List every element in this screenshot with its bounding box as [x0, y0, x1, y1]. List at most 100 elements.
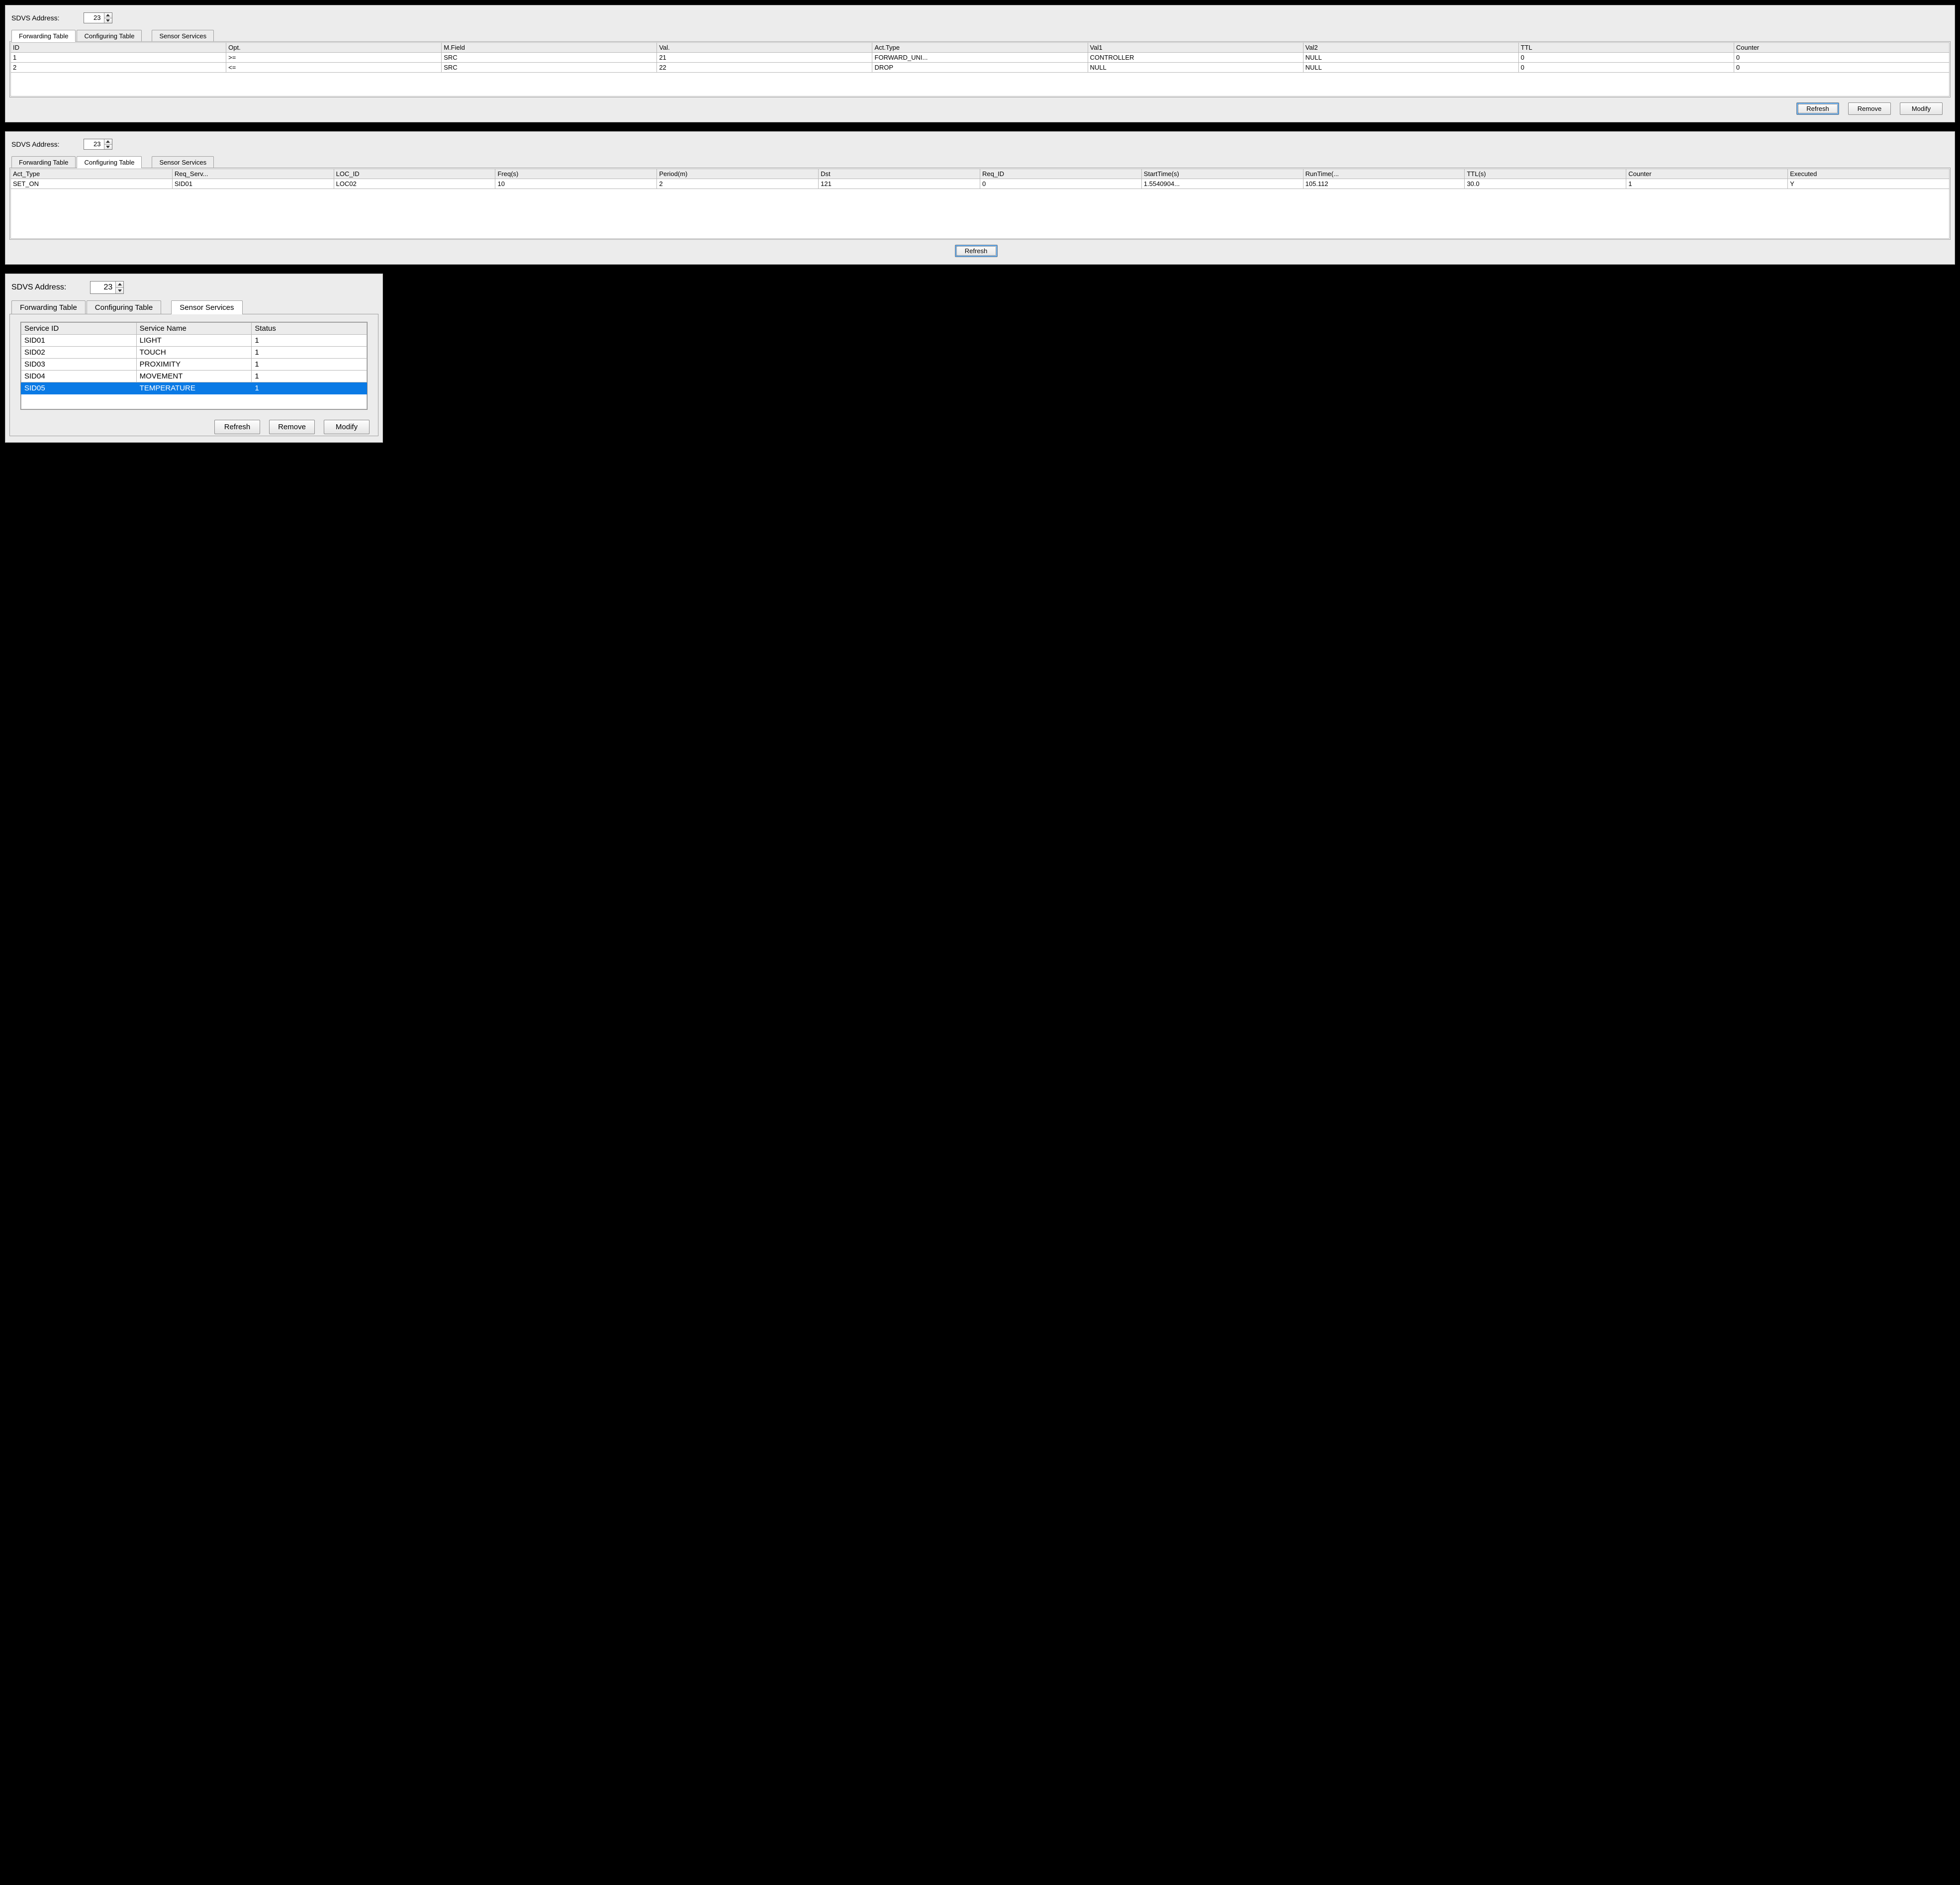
table-cell[interactable]: <= — [226, 63, 442, 73]
column-header[interactable]: Val. — [657, 43, 872, 53]
tab-sensor[interactable]: Sensor Services — [152, 156, 214, 168]
spinner-up-button[interactable] — [104, 13, 112, 18]
remove-button[interactable]: Remove — [1848, 102, 1891, 115]
table-cell[interactable]: SRC — [442, 53, 657, 63]
column-header[interactable]: Service Name — [136, 323, 252, 335]
column-header[interactable]: Act.Type — [872, 43, 1088, 53]
table-cell[interactable]: SRC — [442, 63, 657, 73]
table-cell[interactable]: 1 — [252, 335, 367, 347]
table-cell[interactable]: NULL — [1088, 63, 1303, 73]
column-header[interactable]: Act_Type — [11, 169, 173, 179]
table-cell[interactable]: TEMPERATURE — [136, 382, 252, 394]
table-cell[interactable]: NULL — [1303, 53, 1518, 63]
spinner-up-button[interactable] — [116, 282, 123, 287]
tab-configuring[interactable]: Configuring Table — [87, 300, 161, 314]
table-cell[interactable]: SET_ON — [11, 179, 173, 189]
refresh-button[interactable]: Refresh — [1796, 102, 1839, 115]
tab-sensor[interactable]: Sensor Services — [171, 300, 242, 314]
column-header[interactable]: Service ID — [21, 323, 137, 335]
table-cell[interactable]: 10 — [495, 179, 657, 189]
table-cell[interactable]: 1 — [252, 347, 367, 359]
refresh-button[interactable]: Refresh — [214, 420, 260, 434]
column-header[interactable]: StartTime(s) — [1141, 169, 1303, 179]
table-cell[interactable]: 1.5540904... — [1141, 179, 1303, 189]
sdvs-address-spinner[interactable]: 23 — [84, 139, 112, 150]
table-cell[interactable]: SID02 — [21, 347, 137, 359]
table-cell[interactable]: 30.0 — [1465, 179, 1626, 189]
table-row[interactable]: 1>=SRC21FORWARD_UNI...CONTROLLERNULL00 — [11, 53, 1950, 63]
table-cell[interactable]: 0 — [1518, 53, 1734, 63]
table-cell[interactable]: 121 — [819, 179, 980, 189]
sdvs-address-value[interactable]: 23 — [84, 139, 104, 149]
table-cell[interactable]: 2 — [657, 179, 819, 189]
tab-sensor[interactable]: Sensor Services — [152, 30, 214, 42]
column-header[interactable]: Counter — [1626, 169, 1788, 179]
column-header[interactable]: Req_Serv... — [172, 169, 334, 179]
column-header[interactable]: M.Field — [442, 43, 657, 53]
column-header[interactable]: Val2 — [1303, 43, 1518, 53]
table-cell[interactable]: 0 — [1734, 53, 1949, 63]
sdvs-address-spinner[interactable]: 23 — [90, 281, 124, 294]
table-row[interactable]: SID03PROXIMITY1 — [21, 359, 367, 371]
table-cell[interactable]: 2 — [11, 63, 226, 73]
modify-button[interactable]: Modify — [1900, 102, 1943, 115]
spinner-down-button[interactable] — [104, 18, 112, 23]
table-cell[interactable]: MOVEMENT — [136, 371, 252, 382]
tab-forwarding[interactable]: Forwarding Table — [11, 30, 76, 42]
configuring-table[interactable]: Act_TypeReq_Serv...LOC_IDFreq(s)Period(m… — [10, 169, 1950, 189]
table-cell[interactable]: TOUCH — [136, 347, 252, 359]
table-cell[interactable]: 1 — [252, 382, 367, 394]
table-cell[interactable]: CONTROLLER — [1088, 53, 1303, 63]
table-row[interactable]: 2<=SRC22DROPNULLNULL00 — [11, 63, 1950, 73]
remove-button[interactable]: Remove — [269, 420, 315, 434]
table-cell[interactable]: 1 — [11, 53, 226, 63]
table-cell[interactable]: 105.112 — [1303, 179, 1465, 189]
sdvs-address-spinner[interactable]: 23 — [84, 12, 112, 23]
table-row[interactable]: SID04MOVEMENT1 — [21, 371, 367, 382]
table-row[interactable]: SID05TEMPERATURE1 — [21, 382, 367, 394]
spinner-down-button[interactable] — [116, 287, 123, 294]
forwarding-table[interactable]: IDOpt.M.FieldVal.Act.TypeVal1Val2TTLCoun… — [10, 42, 1950, 73]
spinner-down-button[interactable] — [104, 144, 112, 150]
table-row[interactable]: SID02TOUCH1 — [21, 347, 367, 359]
column-header[interactable]: TTL(s) — [1465, 169, 1626, 179]
column-header[interactable]: Opt. — [226, 43, 442, 53]
spinner-up-button[interactable] — [104, 139, 112, 144]
table-cell[interactable]: FORWARD_UNI... — [872, 53, 1088, 63]
column-header[interactable]: Req_ID — [980, 169, 1141, 179]
tab-configuring[interactable]: Configuring Table — [77, 156, 142, 168]
column-header[interactable]: Executed — [1788, 169, 1950, 179]
column-header[interactable]: Freq(s) — [495, 169, 657, 179]
table-cell[interactable]: 1 — [1626, 179, 1788, 189]
table-cell[interactable]: PROXIMITY — [136, 359, 252, 371]
table-cell[interactable]: 0 — [1518, 63, 1734, 73]
table-cell[interactable]: SID01 — [21, 335, 137, 347]
column-header[interactable]: TTL — [1518, 43, 1734, 53]
table-cell[interactable]: 1 — [252, 359, 367, 371]
table-cell[interactable]: SID03 — [21, 359, 137, 371]
table-cell[interactable]: LIGHT — [136, 335, 252, 347]
tab-forwarding[interactable]: Forwarding Table — [11, 156, 76, 168]
table-cell[interactable]: 22 — [657, 63, 872, 73]
table-cell[interactable]: LOC02 — [334, 179, 495, 189]
sensor-services-table[interactable]: Service IDService NameStatus SID01LIGHT1… — [21, 322, 367, 394]
refresh-button[interactable]: Refresh — [955, 245, 998, 257]
column-header[interactable]: Counter — [1734, 43, 1949, 53]
tab-forwarding[interactable]: Forwarding Table — [11, 300, 86, 314]
table-cell[interactable]: SID05 — [21, 382, 137, 394]
column-header[interactable]: Dst — [819, 169, 980, 179]
column-header[interactable]: Val1 — [1088, 43, 1303, 53]
table-cell[interactable]: SID04 — [21, 371, 137, 382]
tab-configuring[interactable]: Configuring Table — [77, 30, 142, 42]
table-row[interactable]: SID01LIGHT1 — [21, 335, 367, 347]
sdvs-address-value[interactable]: 23 — [91, 282, 115, 293]
table-cell[interactable]: DROP — [872, 63, 1088, 73]
column-header[interactable]: ID — [11, 43, 226, 53]
column-header[interactable]: LOC_ID — [334, 169, 495, 179]
table-row[interactable]: SET_ONSID01LOC0210212101.5540904...105.1… — [11, 179, 1950, 189]
table-cell[interactable]: Y — [1788, 179, 1950, 189]
table-cell[interactable]: SID01 — [172, 179, 334, 189]
column-header[interactable]: Status — [252, 323, 367, 335]
table-cell[interactable]: >= — [226, 53, 442, 63]
modify-button[interactable]: Modify — [324, 420, 370, 434]
